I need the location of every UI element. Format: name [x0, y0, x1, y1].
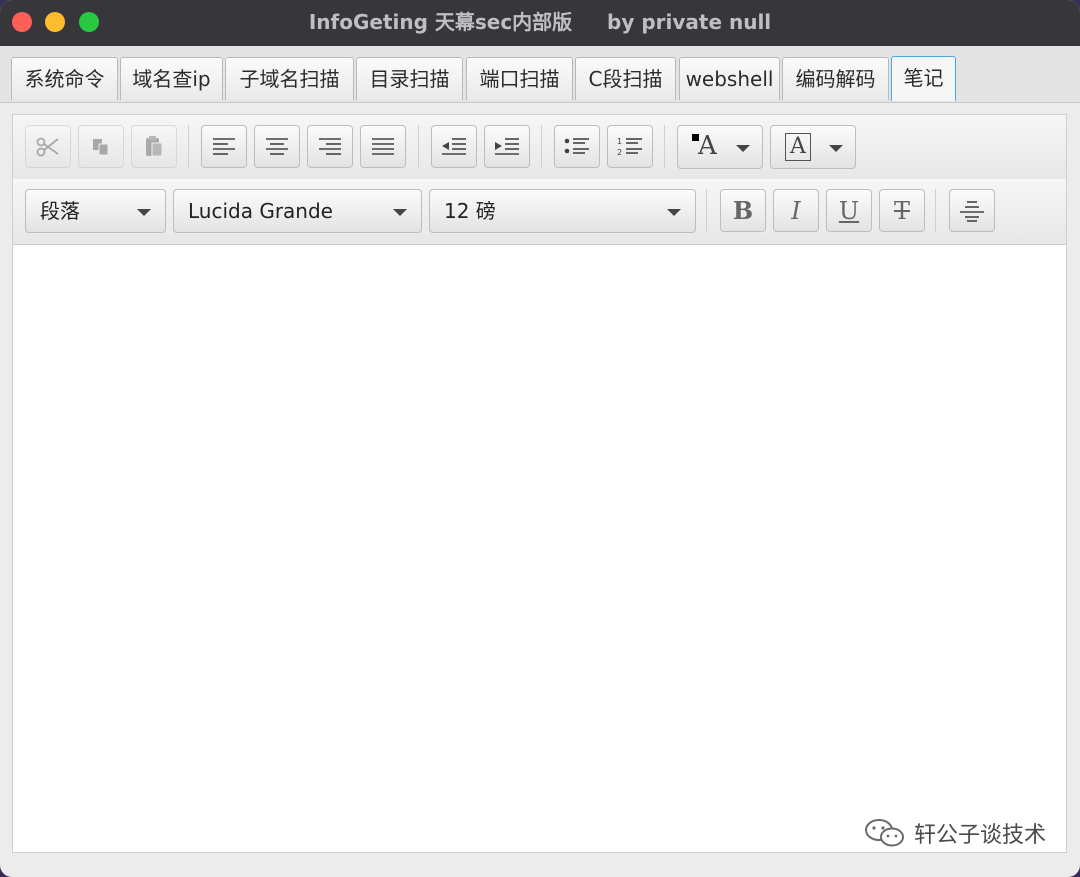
tab-notes[interactable]: 笔记: [891, 56, 956, 101]
align-center-button[interactable]: [254, 125, 300, 168]
svg-text:2: 2: [617, 148, 622, 157]
svg-text:1: 1: [617, 137, 622, 146]
align-justify-icon: [372, 137, 394, 155]
bold-icon: B: [732, 196, 754, 225]
chevron-down-icon: [736, 145, 750, 152]
align-left-button[interactable]: [201, 125, 247, 168]
tab-system-command[interactable]: 系统命令: [11, 57, 118, 100]
tab-c-segment-scan[interactable]: C段扫描: [575, 57, 676, 100]
watermark: 轩公子谈技术: [864, 817, 1046, 849]
editor-toolbar-bottom: 段落 Lucida Grande 12 磅 B I U T: [13, 179, 1066, 245]
bullet-list-icon: [564, 137, 589, 154]
horizontal-rule-button[interactable]: [949, 189, 995, 232]
tab-webshell[interactable]: webshell: [679, 57, 780, 100]
toolbar-separator: [706, 189, 707, 232]
background-color-picker[interactable]: A: [770, 125, 856, 169]
tab-port-scan[interactable]: 端口扫描: [466, 57, 573, 100]
chevron-down-icon: [667, 209, 681, 216]
watermark-text: 轩公子谈技术: [913, 823, 1046, 848]
align-center-icon: [266, 137, 288, 155]
copy-icon: [93, 138, 109, 155]
font-size-select[interactable]: 12 磅: [429, 189, 696, 233]
copy-button[interactable]: [78, 125, 124, 168]
numbered-list-button[interactable]: 1 2: [607, 125, 653, 168]
wechat-icon: [864, 819, 904, 847]
horizontal-rule-icon: [960, 200, 984, 222]
underline-button[interactable]: U: [826, 189, 872, 232]
scissors-icon: [36, 137, 59, 156]
background-color-icon: A: [785, 133, 811, 161]
toolbar-separator: [541, 125, 542, 168]
italic-icon: I: [791, 196, 801, 225]
title-bar: InfoGeting 天幕sec内部版 by private null: [0, 0, 1080, 46]
toolbar-separator: [664, 125, 665, 168]
toolbar-separator: [188, 125, 189, 168]
toolbar-separator: [418, 125, 419, 168]
strikethrough-button[interactable]: T: [879, 189, 925, 232]
outdent-icon: [442, 137, 466, 155]
app-window: InfoGeting 天幕sec内部版 by private null 系统命令…: [0, 0, 1080, 877]
bullet-list-button[interactable]: [554, 125, 600, 168]
italic-button[interactable]: I: [773, 189, 819, 232]
outdent-button[interactable]: [431, 125, 477, 168]
text-color-picker[interactable]: A: [677, 125, 763, 169]
chevron-down-icon: [829, 145, 843, 152]
align-left-icon: [213, 137, 235, 155]
cut-button[interactable]: [25, 125, 71, 168]
chevron-down-icon: [393, 209, 407, 216]
tab-directory-scan[interactable]: 目录扫描: [356, 57, 463, 100]
tab-bar: 系统命令 域名查ip 子域名扫描 目录扫描 端口扫描 C段扫描 webshell…: [0, 46, 1080, 103]
strikethrough-icon: T: [893, 196, 910, 225]
font-family-select[interactable]: Lucida Grande: [173, 189, 422, 233]
underline-icon: U: [838, 196, 860, 225]
toolbar-separator: [935, 189, 936, 232]
tab-encode-decode[interactable]: 编码解码: [782, 57, 889, 100]
tab-subdomain-scan[interactable]: 子域名扫描: [225, 57, 354, 100]
font-size-value: 12 磅: [444, 199, 496, 223]
chevron-down-icon: [137, 209, 151, 216]
indent-button[interactable]: [484, 125, 530, 168]
numbered-list-icon: 1 2: [617, 137, 642, 157]
align-justify-button[interactable]: [360, 125, 406, 168]
editor-toolbar-top: 1 2 A A: [13, 115, 1066, 180]
paragraph-format-select[interactable]: 段落: [25, 189, 166, 233]
tab-domain-to-ip[interactable]: 域名查ip: [120, 57, 223, 100]
html-editor: 1 2 A A 段落 Lucida Grande 12 磅 B I U T: [12, 114, 1067, 853]
paste-icon: [146, 135, 163, 156]
paragraph-format-value: 段落: [40, 199, 80, 223]
bold-button[interactable]: B: [720, 189, 766, 232]
text-color-icon: A: [698, 131, 717, 161]
paste-button[interactable]: [131, 125, 177, 168]
indent-icon: [495, 137, 519, 155]
align-right-button[interactable]: [307, 125, 353, 168]
font-family-value: Lucida Grande: [188, 199, 333, 223]
editor-text-area[interactable]: [13, 245, 1066, 852]
align-right-icon: [319, 137, 341, 155]
window-title: InfoGeting 天幕sec内部版 by private null: [308, 10, 772, 34]
